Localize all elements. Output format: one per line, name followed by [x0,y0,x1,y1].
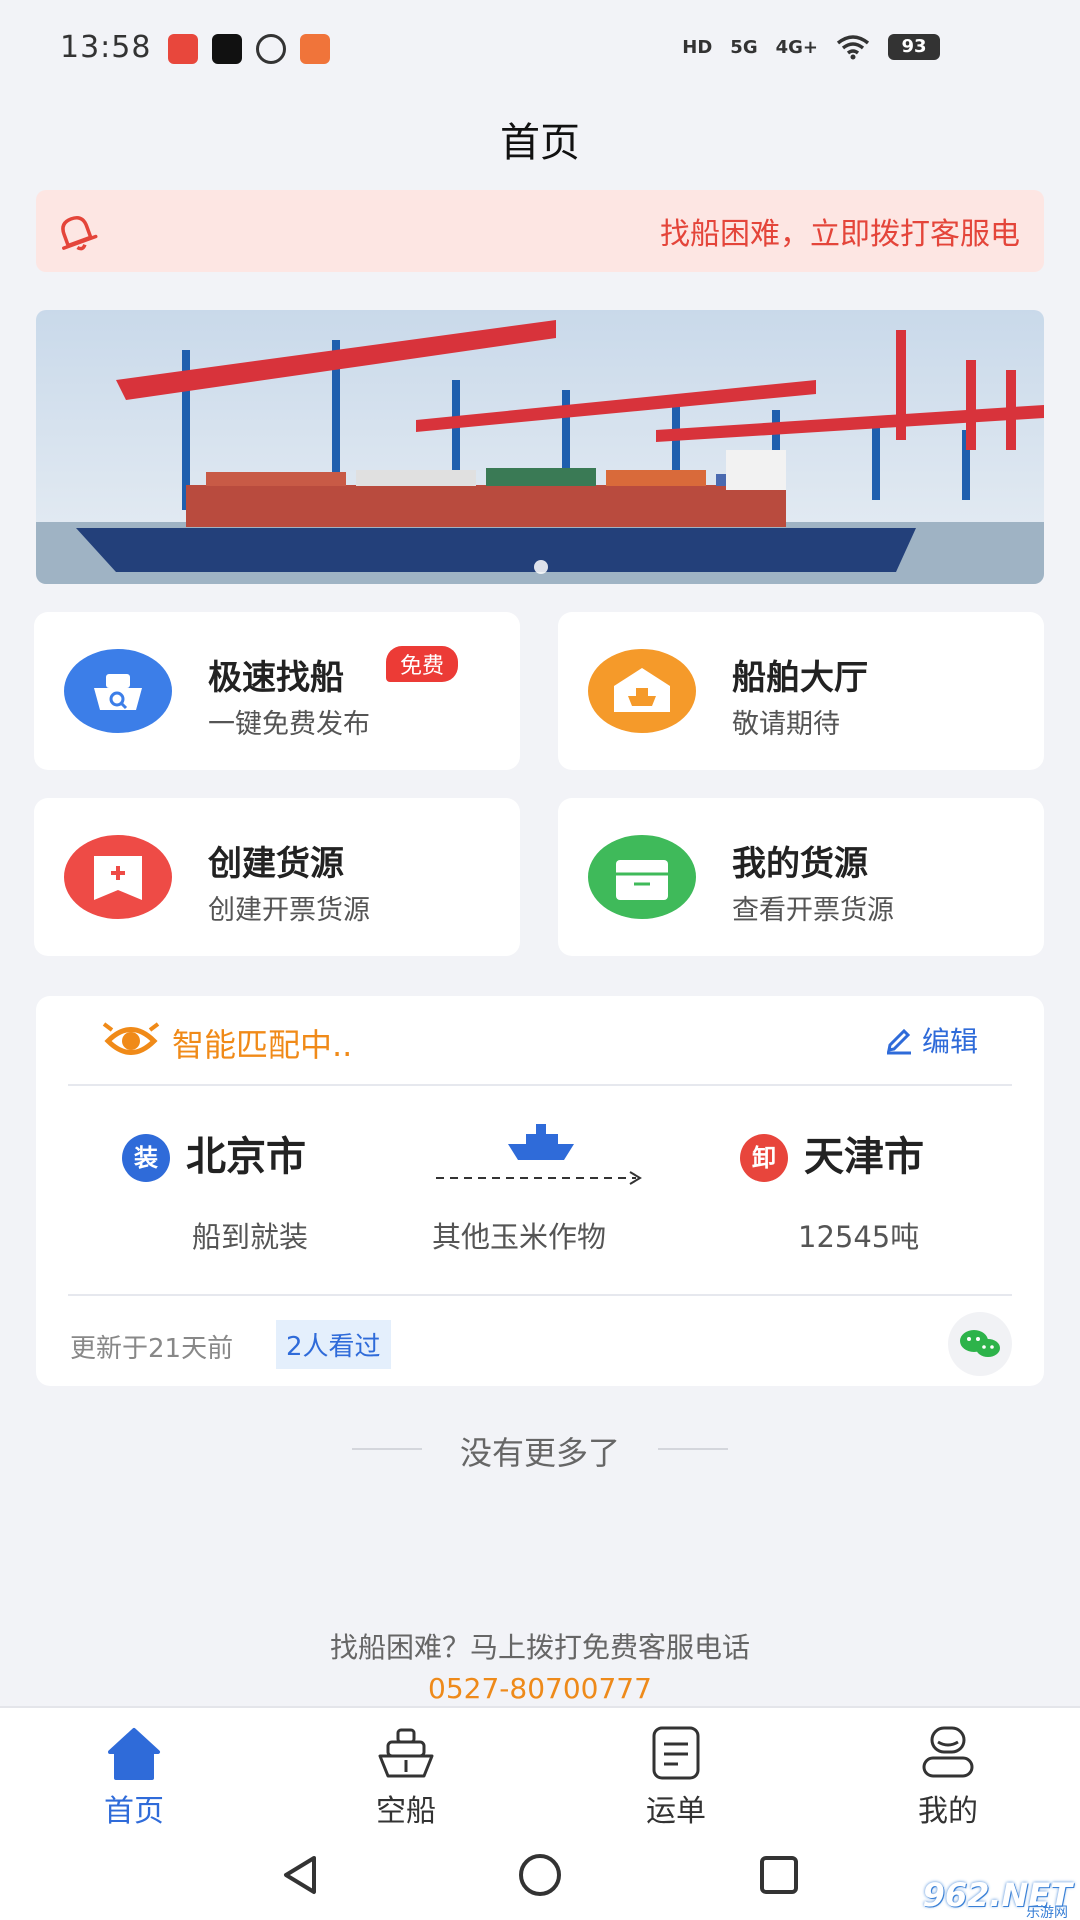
bottom-tab-bar: 首页 空船 运单 我的 [0,1706,1080,1836]
edit-button[interactable]: 编辑 [884,1020,978,1060]
system-navigation-bar [0,1836,1080,1920]
origin-city: 北京市 [186,1134,306,1180]
match-status: 智能匹配中.. [172,1026,353,1064]
watermark-sub: 乐游网 [1026,1905,1068,1920]
ship-hall-card[interactable]: 船舶大厅 敬请期待 [558,612,1044,770]
create-cargo-icon [64,835,172,919]
recents-button[interactable] [754,1850,804,1900]
notice-text: 找船困难，立即拨打客服电话 [660,217,1020,252]
app-notification-icon [168,34,198,64]
empty-ship-icon [378,1728,434,1778]
cargo-weight: 12545吨 [798,1220,920,1254]
view-count-badge: 2人看过 [276,1320,391,1369]
radar-eye-icon [102,1022,160,1055]
route-arrow [436,1171,642,1185]
divider [68,1084,1012,1086]
card-title: 极速找船 [208,658,344,698]
create-cargo-card[interactable]: 创建货源 创建开票货源 [34,798,520,956]
card-title: 创建货源 [208,844,344,884]
pencil-icon [886,1028,911,1055]
hotline-phone-link[interactable]: 0527-80700777 [0,1672,1080,1705]
cargo-type: 其他玉米作物 [432,1220,607,1254]
home-icon [108,1728,160,1780]
tab-waybill[interactable]: 运单 [616,1718,736,1829]
wechat-share-button[interactable] [948,1312,1012,1376]
banner-carousel[interactable] [36,310,1044,584]
notification-icons [168,34,330,64]
cargo-box-icon [588,835,696,919]
card-subtitle: 敬请期待 [732,709,840,740]
status-indicators: HD 5G 4G+ 93 [682,34,940,60]
signal-5g-icon: 5G [730,36,758,58]
divider-line [658,1448,728,1450]
tab-label: 空船 [376,1794,436,1829]
no-more-text: 没有更多了 [459,1434,620,1472]
my-cargo-card[interactable]: 我的货源 查看开票货源 [558,798,1044,956]
tab-label: 我的 [918,1794,978,1829]
signal-4g-icon: 4G+ [775,36,818,58]
cargo-ship-icon [508,1124,574,1160]
back-button[interactable] [276,1850,326,1900]
status-time: 13:58 [60,30,152,65]
quick-find-ship-card[interactable]: 极速找船 免费 一键免费发布 [34,612,520,770]
unload-badge: 卸 [740,1134,788,1182]
tab-profile[interactable]: 我的 [888,1718,1008,1829]
battery-indicator: 93 [888,34,940,60]
card-subtitle: 创建开票货源 [208,895,370,926]
tiktok-icon [212,34,242,64]
profile-icon [922,1726,974,1778]
wechat-icon [960,1330,1000,1357]
ship-search-icon [64,649,172,733]
loading-note: 船到就装 [192,1220,309,1254]
updated-time: 更新于21天前 [70,1334,234,1364]
tab-home[interactable]: 首页 [74,1718,194,1829]
bell-icon [61,216,98,251]
wifi-icon [836,35,870,60]
status-bar: 13:58 HD 5G 4G+ 93 [0,0,1080,100]
port-banner-image [36,310,1044,584]
app-notification-icon [256,34,286,64]
card-subtitle: 查看开票货源 [732,895,894,926]
destination-city: 天津市 [804,1134,924,1180]
load-badge: 装 [122,1134,170,1182]
hotline-prompt: 找船困难？马上拨打免费客服电话 [329,1631,750,1664]
waybill-icon [652,1726,700,1780]
hd-indicator: HD [682,36,713,58]
carousel-dot[interactable] [534,560,548,574]
tab-label: 运单 [646,1794,706,1829]
home-button[interactable] [515,1850,565,1900]
divider [68,1294,1012,1296]
card-title: 我的货源 [732,844,868,884]
card-title: 船舶大厅 [732,658,868,698]
tab-empty-ship[interactable]: 空船 [346,1718,466,1829]
app-notification-icon [300,34,330,64]
free-badge: 免费 [386,646,459,682]
smart-match-card[interactable]: 智能匹配中.. 编辑 装 北京市 卸 天津市 船到就装 其他玉米作物 12545… [36,996,1044,1386]
edit-label: 编辑 [921,1025,978,1058]
tab-label: 首页 [104,1794,164,1829]
page-title: 首页 [500,120,580,166]
ship-hall-icon [588,649,696,733]
card-subtitle: 一键免费发布 [208,709,370,740]
notice-bar[interactable]: 找船困难，立即拨打客服电话 [36,190,1044,272]
